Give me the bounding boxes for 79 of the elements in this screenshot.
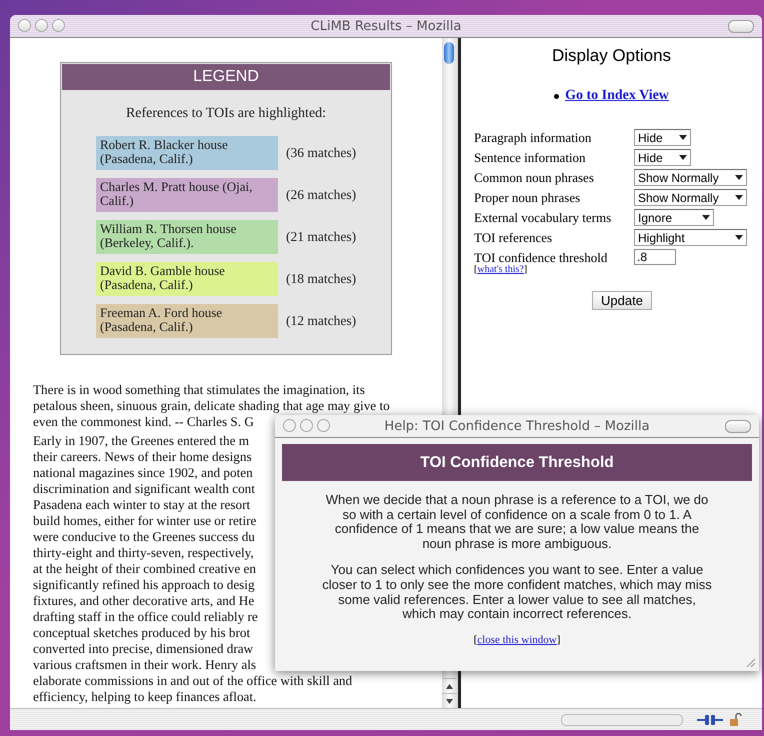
window-title: Help: TOI Confidence Threshold – Mozilla <box>384 418 650 434</box>
scroll-thumb[interactable] <box>444 42 454 64</box>
index-view-link[interactable]: Go to Index View <box>565 88 669 104</box>
text-line: discrimination and significant wealth cont <box>33 481 255 497</box>
text-line: Pasadena each winter to stay at the resort <box>33 497 250 513</box>
lock-icon <box>729 713 742 726</box>
panel-heading: Display Options <box>550 46 672 66</box>
option-label: Paragraph information <box>474 129 592 147</box>
text-line: thirty-eight and thirty-seven, respectively, <box>33 545 254 561</box>
resize-grip-icon[interactable] <box>744 656 756 668</box>
toolbar-toggle-icon[interactable] <box>725 420 751 433</box>
caret-icon <box>702 215 710 220</box>
match-count: (36 matches) <box>286 145 356 161</box>
text-line: There is in wood something that stimulates the imagination, its <box>33 382 365 398</box>
bullet-icon <box>554 94 560 98</box>
plug-icon <box>697 714 723 726</box>
option-label: Sentence information <box>474 149 587 167</box>
match-count: (18 matches) <box>286 271 356 287</box>
option-label: TOI confidence threshold <box>474 249 608 265</box>
match-count: (12 matches) <box>286 313 356 329</box>
text-line: efficiency, helping to keep finances afloat. <box>33 689 256 705</box>
match-count: (21 matches) <box>286 229 356 245</box>
option-label: TOI references <box>474 229 554 247</box>
text-line: were conducive to the Greenes success du <box>33 529 255 545</box>
dropdown[interactable]: Hide <box>634 149 691 166</box>
threshold-field[interactable]: .8 <box>634 249 676 265</box>
text-line: fixtures, and other decorative arts, and He <box>33 593 254 609</box>
bracket: [ <box>474 634 478 646</box>
help-heading: TOI Confidence Threshold <box>282 444 752 481</box>
caret-icon <box>679 155 687 160</box>
help-paragraph: You can select which confidences you want to see. Enter a value closer to 1 to only see the more confident matches, which may miss some valid references. Enter a lower value to see all matches, which may contain incorrect references. <box>321 563 713 622</box>
bracket: ] <box>524 264 528 275</box>
window-control-icon[interactable] <box>317 419 330 432</box>
window-control-icon[interactable] <box>18 19 31 32</box>
legend-entry: Robert R. Blacker house (Pasadena, Calif.) <box>96 136 278 170</box>
legend-entry: David B. Gamble house (Pasadena, Calif.) <box>96 262 278 296</box>
toolbar-toggle-icon[interactable] <box>728 20 754 33</box>
option-label: External vocabulary terms <box>474 209 612 227</box>
window-control-icon[interactable] <box>35 19 48 32</box>
window-control-icon[interactable] <box>283 419 296 432</box>
close-link[interactable]: close this window <box>477 634 557 646</box>
text-line: Early in 1907, the Greenes entered the m <box>33 433 250 449</box>
dropdown[interactable]: Ignore <box>634 209 714 226</box>
text-line: elaborate commissions in and out of the office with skill and <box>33 673 352 689</box>
text-line: converted into precise, dimensioned draw <box>33 641 254 657</box>
caret-icon <box>735 195 743 200</box>
option-label: Proper noun phrases <box>474 189 582 207</box>
dropdown[interactable]: Show Normally <box>634 189 747 206</box>
bracket: [ <box>474 264 478 275</box>
text-line: their careers. News of their home designs <box>33 449 252 465</box>
help-link[interactable]: what's this? <box>477 264 524 275</box>
legend-entry: Freeman A. Ford house (Pasadena, Calif.) <box>96 304 278 338</box>
dropdown[interactable]: Hide <box>634 129 691 146</box>
help-paragraph: When we decide that a noun phrase is a reference to a TOI, we do so with a certain level of confidence on a scale from 0 to 1. A confidence of 1 means that we are sure; a low value means the noun phrase is more ambiguous. <box>324 493 710 552</box>
legend-entry: William R. Thorsen house (Berkeley, Calif.). <box>96 220 278 254</box>
window-control-icon[interactable] <box>52 19 65 32</box>
legend-title: LEGEND <box>62 64 390 90</box>
text-line: even the commonest kind. -- Charles S. G <box>33 414 254 430</box>
caret-icon <box>735 175 743 180</box>
text-line: significantly refined his approach to desig <box>33 577 255 593</box>
caret-icon <box>735 235 743 240</box>
window-title: CLiMB Results – Mozilla <box>310 18 462 34</box>
text-line: national magazines since 1902, and poten <box>33 465 253 481</box>
option-label: Common noun phrases <box>474 169 595 187</box>
window-control-icon[interactable] <box>300 419 313 432</box>
legend-entry: Charles M. Pratt house (Ojai, Calif.) <box>96 178 278 212</box>
text-line: at the height of their combined creative en <box>33 561 256 577</box>
update-button[interactable]: Update <box>592 291 652 310</box>
legend-caption: References to TOIs are highlighted: <box>124 106 328 122</box>
dropdown[interactable]: Highlight <box>634 229 747 246</box>
text-line: drafting staff in the office could reliably re <box>33 609 258 625</box>
text-line: build homes, either for winter use or retire <box>33 513 256 529</box>
dropdown[interactable]: Show Normally <box>634 169 747 186</box>
text-line: conceptual sketches produced by his brot <box>33 625 250 641</box>
caret-icon <box>679 135 687 140</box>
bracket: ] <box>556 634 560 646</box>
match-count: (26 matches) <box>286 187 356 203</box>
text-line: various craftsmen in their work. Henry als <box>33 657 256 673</box>
text-line: petalous sheen, sinuous grain, delicate shading that age may give to <box>33 398 390 414</box>
